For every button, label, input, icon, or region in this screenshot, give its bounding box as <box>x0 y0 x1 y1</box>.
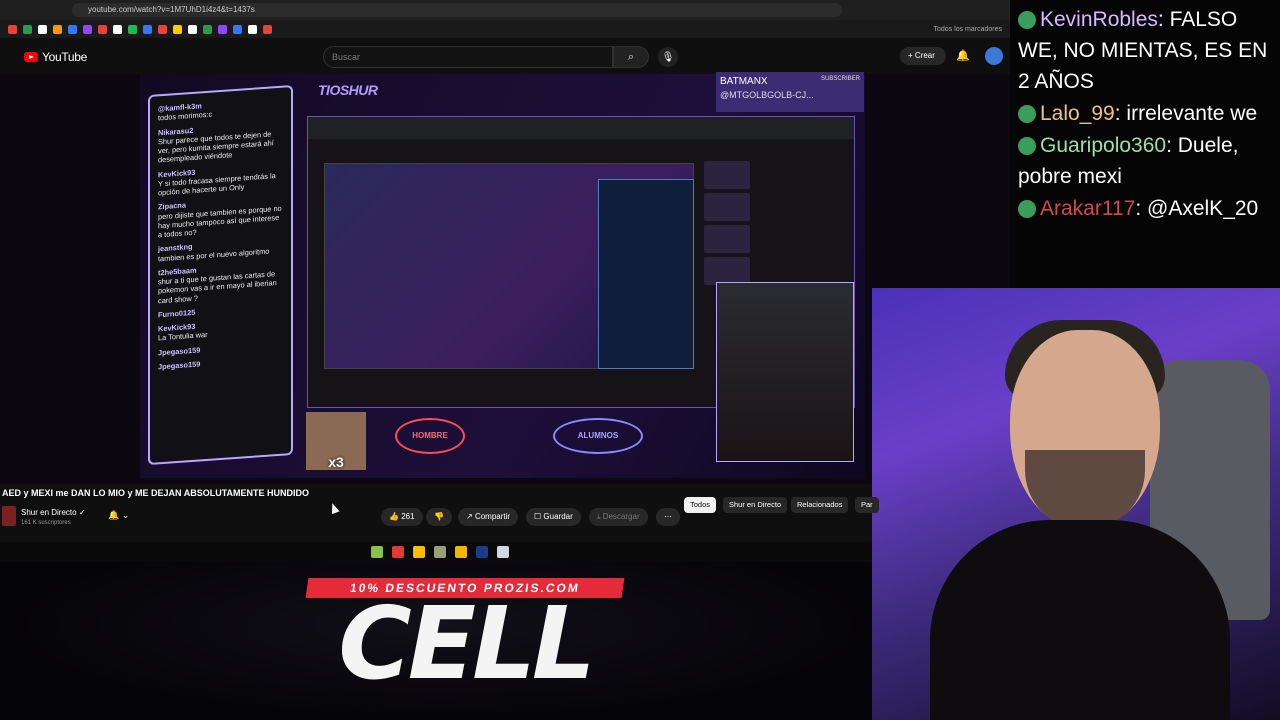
filter-chip[interactable]: Par <box>855 497 879 513</box>
stream-chat-message: KevKick93 La Tontulia war <box>158 316 283 343</box>
subscriber-name: BATMANX <box>720 76 768 87</box>
app-icon[interactable] <box>371 546 383 558</box>
live-chat-message: Guaripolo360: Duele, pobre mexi <box>1018 130 1272 192</box>
bookmark-icon[interactable] <box>128 24 137 34</box>
bookmark-icon[interactable] <box>248 24 257 34</box>
dislike-button[interactable]: 👎 <box>426 508 452 526</box>
bookmark-icon[interactable] <box>83 24 92 34</box>
bookmark-icon[interactable] <box>23 24 32 34</box>
subscriber-count: 161 K suscriptores <box>21 520 71 526</box>
notification-bell-icon[interactable]: 🔔 ⌄ <box>108 510 129 521</box>
bookmark-icon[interactable] <box>263 24 272 34</box>
stream-chat-message: Jpegaso159 <box>158 353 283 371</box>
filter-chip[interactable]: Shur en Directo <box>723 497 788 513</box>
photoshop-icon[interactable] <box>476 546 488 558</box>
app-icon[interactable] <box>392 546 404 558</box>
chat-text: : @AxelK_20 <box>1135 197 1259 220</box>
avatar[interactable] <box>985 47 1003 65</box>
streamer-body <box>930 520 1230 720</box>
chrome-icon[interactable] <box>413 546 425 558</box>
bookmark-icon[interactable] <box>143 24 152 34</box>
chat-text: : irrelevante we <box>1114 102 1258 125</box>
address-bar[interactable]: youtube.com/watch?v=1M7UhD1i4z4&t=1437s <box>72 3 842 17</box>
bookmark-icon[interactable] <box>98 24 107 34</box>
bookmark-icon[interactable] <box>173 24 182 34</box>
youtube-logo-text: YouTube <box>42 50 88 64</box>
stream-chat-message: @kamfl-k3m todos morimos:c <box>158 96 283 123</box>
stream-chat-message: t2he5baam shur a ti que te gustan las car… <box>158 259 283 305</box>
search-input[interactable]: Buscar <box>323 46 613 68</box>
label-left: HOMBRE <box>395 418 465 454</box>
chat-username: Furno0125 <box>158 307 196 320</box>
live-chat-message: KevinRobles: FALSO WE, NO MIENTAS, ES EN… <box>1018 4 1272 97</box>
stream-chat-message: jeanstkng tambien es por el nuevo algorit… <box>158 236 283 263</box>
filter-chip[interactable]: Todos <box>684 497 717 513</box>
bookmark-icon[interactable] <box>68 24 77 34</box>
stream-chat-message: Zipacna pero dijiste que tambien es porqu… <box>158 194 283 240</box>
video-title: AED y MEXI me DAN LO MIO y ME DEJAN ABSO… <box>2 488 310 498</box>
subscriber-badge: SUBSCRIBER <box>820 76 860 82</box>
chat-badge-icon <box>1018 105 1036 124</box>
chat-username: Guaripolo360 <box>1040 134 1167 157</box>
streamer-facecam <box>716 282 854 462</box>
taskbar <box>0 542 880 562</box>
inner-chat <box>598 179 694 369</box>
bookmark-icon[interactable] <box>218 24 227 34</box>
live-chat-overlay: KevinRobles: FALSO WE, NO MIENTAS, ES EN… <box>1010 0 1280 288</box>
microphone-icon[interactable]: 🎙 <box>658 47 678 67</box>
download-button[interactable]: ⤓ Descargar <box>589 508 648 526</box>
bookmark-icon[interactable] <box>233 24 242 34</box>
channel-avatar[interactable] <box>2 506 16 526</box>
stream-chat-panel: @kamfl-k3m todos morimos:c Nikarasu2 Shur p… <box>148 84 293 466</box>
subscriber-handle: @MTGOLBGOLB-CJ... <box>720 90 814 100</box>
youtube-logo[interactable]: YouTube <box>24 50 87 64</box>
like-button[interactable]: 👍 261 <box>381 508 423 526</box>
app-icon[interactable] <box>497 546 509 558</box>
chat-badge-icon <box>1018 11 1036 30</box>
bookmark-icon[interactable] <box>158 24 167 34</box>
bookmark-icon[interactable] <box>8 24 17 34</box>
bookmark-icon[interactable] <box>203 24 212 34</box>
stream-chat-message: Nikarasu2 Shur parece que todos te dejen … <box>158 119 283 165</box>
save-button[interactable]: ☐ Guardar <box>526 508 581 526</box>
live-chat-message: Arakar117: @AxelK_20 <box>1018 193 1272 224</box>
all-bookmarks-label[interactable]: Todos los marcadores <box>934 26 1002 33</box>
search-icon[interactable]: ⌕ <box>613 46 649 68</box>
youtube-play-icon <box>24 52 38 62</box>
channel-name[interactable]: Shur en Directo ✓ <box>21 508 86 517</box>
chat-badge-icon <box>1018 137 1036 156</box>
bookmark-icon[interactable] <box>53 24 62 34</box>
filter-chip[interactable]: Relacionados <box>791 497 849 513</box>
app-icon[interactable] <box>434 546 446 558</box>
stream-chat-message: KevKick93 Y si todo fracasa siempre tendr… <box>158 161 283 197</box>
promo-code: CELL <box>338 585 595 702</box>
subscriber-alert: BATMANX SUBSCRIBER @MTGOLBGOLB-CJ... <box>716 72 864 112</box>
bookmark-icon[interactable] <box>188 24 197 34</box>
chat-username: Jpegaso159 <box>158 344 201 357</box>
share-button[interactable]: ↗ Compartir <box>458 508 519 526</box>
bookmarks-bar: Todos los marcadores <box>0 20 1010 38</box>
stream-brand: TIOSHUR <box>318 82 378 98</box>
folder-icon[interactable] <box>455 546 467 558</box>
meme-image: x3 <box>306 412 366 470</box>
chat-badge-icon <box>1018 200 1036 219</box>
bookmark-icon[interactable] <box>113 24 122 34</box>
more-actions-icon[interactable]: ⋯ <box>656 508 680 526</box>
chat-username: KevinRobles <box>1040 8 1158 31</box>
inner-browser-toolbar <box>308 117 854 139</box>
chat-username: Jpegaso159 <box>158 359 201 372</box>
create-button[interactable]: + Crear <box>900 47 946 65</box>
label-right: ALUMNOS <box>553 418 643 454</box>
chat-username: Arakar117 <box>1040 197 1136 220</box>
bookmark-icon[interactable] <box>38 24 47 34</box>
chat-username: Lalo_99 <box>1040 102 1115 125</box>
bell-icon[interactable]: 🔔 <box>956 49 970 62</box>
live-chat-message: Lalo_99: irrelevante we <box>1018 98 1272 129</box>
